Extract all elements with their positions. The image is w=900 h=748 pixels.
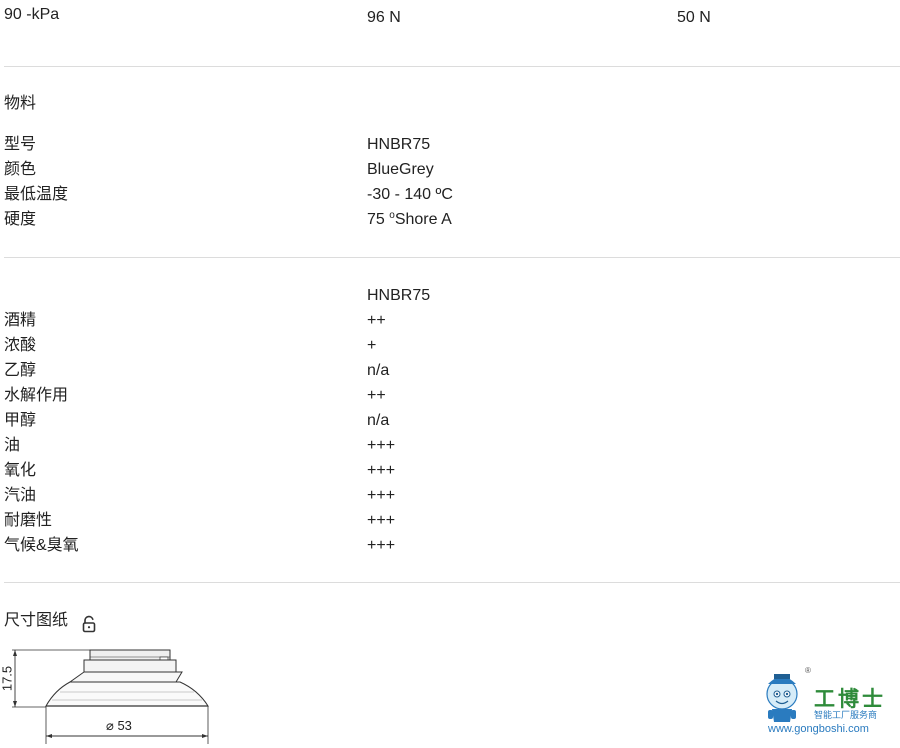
resistance-value: n/a [367, 412, 390, 429]
resistance-label: 乙醇 [4, 362, 37, 379]
resistance-value: +++ [367, 537, 396, 554]
height-dimension-label: 17.5 [0, 665, 15, 692]
section-divider [4, 257, 900, 258]
logo-tagline: 智能工厂服务商 [814, 710, 878, 720]
resistance-value: +++ [367, 437, 396, 454]
material-value-temperature: -30 - 140 ºC [367, 186, 453, 203]
resistance-label: 甲醇 [4, 412, 37, 429]
resistance-value: ++ [367, 312, 386, 329]
material-value-color: BlueGrey [367, 161, 434, 178]
resistance-label: 油 [4, 437, 21, 454]
resistance-value: n/a [367, 362, 390, 379]
unlock-icon[interactable] [80, 615, 98, 633]
resistance-value: +++ [367, 462, 396, 479]
resistance-column-header: HNBR75 [367, 287, 431, 304]
height-dimension-label-box: 17.5 [0, 659, 15, 699]
material-value-hardness: 75 oShore A [367, 210, 452, 230]
material-label-model: 型号 [4, 136, 37, 153]
logo-url: www.gongboshi.com [768, 723, 869, 735]
registered-mark: ® [805, 666, 811, 675]
hardness-unit: Shore A [394, 211, 452, 228]
dimensions-heading: 尺寸图纸 [4, 612, 69, 629]
material-value-model: HNBR75 [367, 136, 431, 153]
pressure-label: 90 -kPa [4, 6, 60, 23]
resistance-label: 气候&臭氧 [4, 537, 79, 554]
hardness-number: 75 [367, 211, 390, 228]
resistance-value: ++ [367, 387, 386, 404]
resistance-label: 水解作用 [4, 387, 69, 404]
force-value-b: 50 N [677, 9, 711, 26]
resistance-label: 浓酸 [4, 337, 37, 354]
resistance-label: 汽油 [4, 487, 37, 504]
section-divider [4, 582, 900, 583]
resistance-value: +++ [367, 512, 396, 529]
resistance-label: 氧化 [4, 462, 37, 479]
resistance-value: + [367, 337, 377, 354]
section-divider [4, 66, 900, 67]
force-value-a: 96 N [367, 9, 401, 26]
resistance-label: 耐磨性 [4, 512, 53, 529]
material-label-temperature: 最低温度 [4, 186, 69, 203]
material-label-hardness: 硬度 [4, 211, 37, 228]
material-label-color: 颜色 [4, 161, 37, 178]
diameter-dimension-label: ⌀ 53 [106, 718, 132, 733]
resistance-label: 酒精 [4, 312, 37, 329]
resistance-value: +++ [367, 487, 396, 504]
material-heading: 物料 [4, 95, 37, 112]
